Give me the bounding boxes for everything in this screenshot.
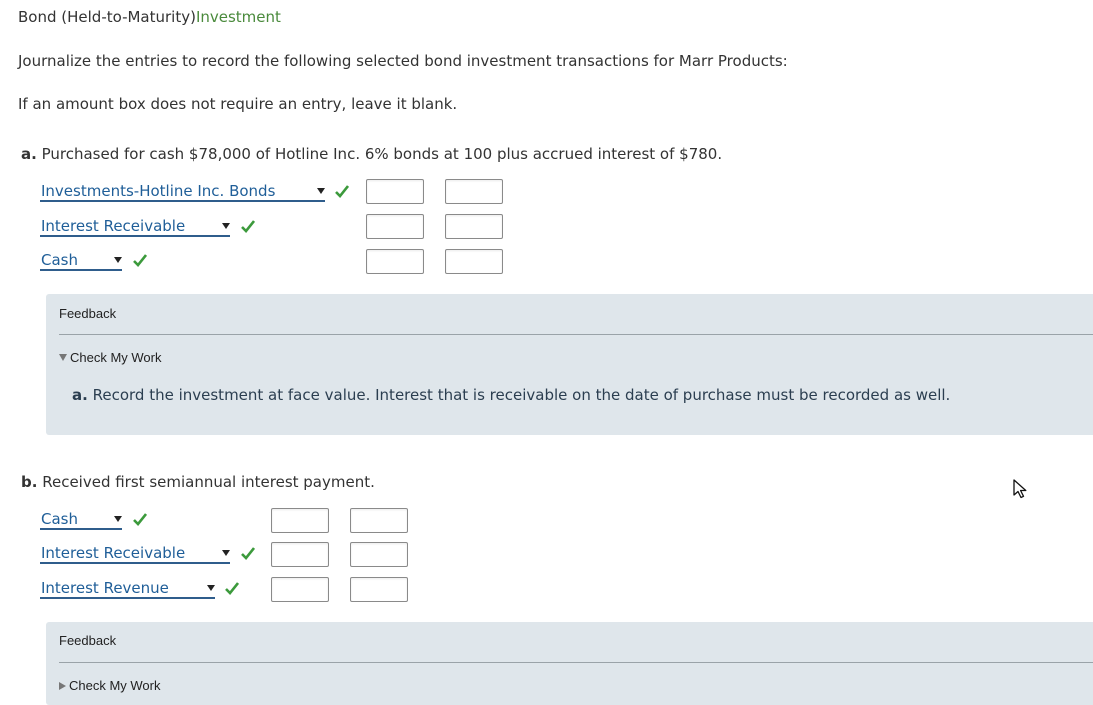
check-icon (241, 219, 255, 234)
credit-input-b2[interactable] (350, 542, 408, 567)
account-select-b2-label: Interest Receivable (41, 544, 186, 562)
credit-input-b3[interactable] (350, 577, 408, 602)
check-my-work-toggle-a[interactable]: Check My Work (59, 350, 162, 365)
account-select-b1-label: Cash (41, 510, 78, 528)
check-icon (133, 253, 147, 268)
question-a-text: Purchased for cash $78,000 of Hotline In… (41, 145, 723, 163)
feedback-message-a: Record the investment at face value. Int… (92, 386, 951, 404)
account-select-a3[interactable]: Cash (40, 251, 122, 271)
check-icon (133, 512, 147, 527)
caret-down-icon (207, 585, 215, 591)
account-select-b3[interactable]: Interest Revenue (40, 579, 215, 599)
debit-input-a1[interactable] (366, 179, 424, 204)
account-select-a1-label: Investments-Hotline Inc. Bonds (41, 182, 276, 200)
account-select-b1[interactable]: Cash (40, 510, 122, 530)
debit-input-b2[interactable] (271, 542, 329, 567)
account-select-a2[interactable]: Interest Receivable (40, 217, 230, 237)
question-a-letter: a. (21, 145, 37, 163)
credit-input-a2[interactable] (445, 214, 503, 239)
credit-input-a1[interactable] (445, 179, 503, 204)
check-my-work-toggle-b[interactable]: Check My Work (59, 678, 161, 693)
feedback-title-b: Feedback (59, 633, 117, 648)
title-accent: Investment (195, 8, 281, 26)
instruction-note: If an amount box does not require an ent… (18, 95, 458, 113)
caret-down-icon (114, 516, 122, 522)
title-main: Bond (Held-to-Maturity) (18, 8, 196, 26)
debit-input-a3[interactable] (366, 249, 424, 274)
page-title: Bond (Held-to-Maturity)Investment (18, 8, 281, 26)
account-select-b2[interactable]: Interest Receivable (40, 544, 230, 564)
account-select-a1[interactable]: Investments-Hotline Inc. Bonds (40, 182, 325, 202)
check-icon (241, 546, 255, 561)
feedback-divider-a (59, 334, 1093, 335)
triangle-right-icon (59, 682, 66, 690)
instruction-text: Journalize the entries to record the fol… (18, 52, 788, 70)
debit-input-a2[interactable] (366, 214, 424, 239)
triangle-down-icon (59, 354, 67, 361)
credit-input-b1[interactable] (350, 508, 408, 533)
feedback-letter-a: a. (72, 386, 88, 404)
check-icon (335, 184, 349, 199)
caret-down-icon (222, 550, 230, 556)
feedback-panel-a: Feedback Check My Work a. Record the inv… (46, 294, 1093, 435)
feedback-panel-b: Feedback Check My Work (46, 622, 1093, 705)
check-my-work-label-b: Check My Work (69, 678, 161, 693)
credit-input-a3[interactable] (445, 249, 503, 274)
account-select-b3-label: Interest Revenue (41, 579, 169, 597)
caret-down-icon (317, 188, 325, 194)
question-b: b. Received first semiannual interest pa… (21, 473, 375, 491)
question-b-text: Received first semiannual interest payme… (42, 473, 375, 491)
debit-input-b1[interactable] (271, 508, 329, 533)
account-select-a2-label: Interest Receivable (41, 217, 186, 235)
question-a: a. Purchased for cash $78,000 of Hotline… (21, 145, 722, 163)
caret-down-icon (222, 223, 230, 229)
mouse-pointer-icon (1012, 479, 1028, 499)
account-select-a3-label: Cash (41, 251, 78, 269)
caret-down-icon (114, 257, 122, 263)
feedback-divider-b (59, 662, 1093, 663)
debit-input-b3[interactable] (271, 577, 329, 602)
check-my-work-label-a: Check My Work (70, 350, 162, 365)
feedback-title-a: Feedback (59, 306, 117, 321)
feedback-text-a: a. Record the investment at face value. … (72, 386, 950, 404)
question-b-letter: b. (21, 473, 38, 491)
check-icon (225, 581, 239, 596)
